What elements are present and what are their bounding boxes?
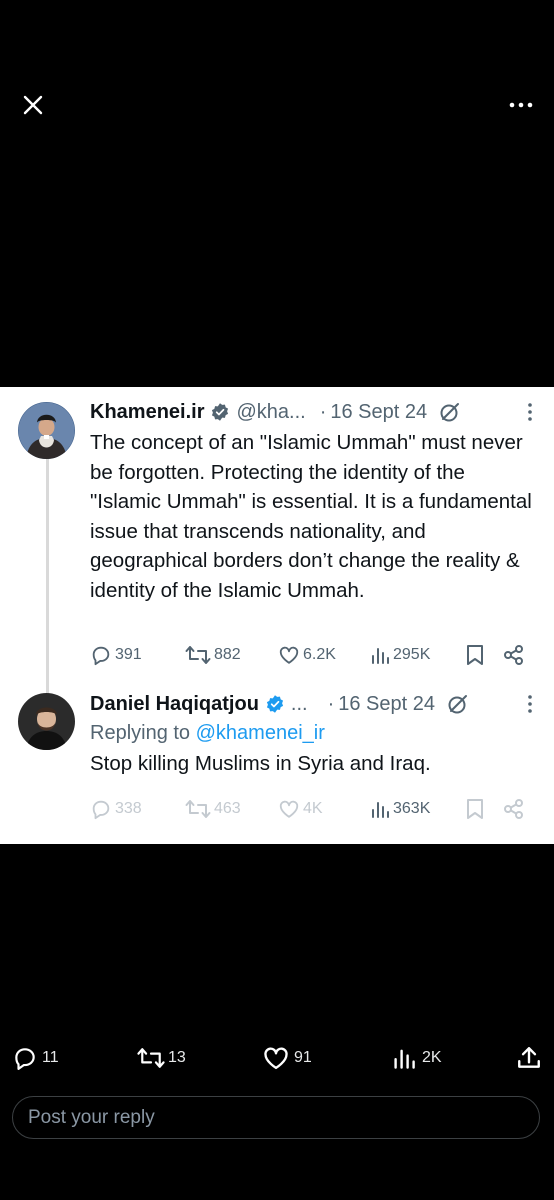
view-count: 295K xyxy=(370,642,430,668)
view-count: 363K xyxy=(370,796,430,822)
author-handle: @kha... xyxy=(236,400,306,423)
avatar xyxy=(18,402,75,459)
reply-icon xyxy=(92,646,110,666)
reply-count: 11 xyxy=(42,1049,59,1066)
like-count: 6.2K xyxy=(278,642,336,668)
repost-icon xyxy=(137,1048,165,1068)
avatar xyxy=(18,693,75,750)
top-bar xyxy=(0,0,554,210)
share-button[interactable] xyxy=(516,1044,542,1072)
like-button[interactable]: 91 xyxy=(262,1044,312,1072)
repost-icon xyxy=(185,800,211,818)
tweet-actions: 391 882 6.2K 295K xyxy=(90,642,538,668)
more-horizontal-icon xyxy=(509,102,533,108)
reply-icon xyxy=(92,800,110,820)
more-vertical-icon xyxy=(522,693,538,715)
share-icon xyxy=(518,1047,540,1068)
grok-icon xyxy=(447,693,469,715)
share-icon xyxy=(503,796,525,822)
author-handle: ... xyxy=(290,692,308,715)
heart-icon xyxy=(279,646,299,664)
reply-count: 338 xyxy=(90,796,142,822)
reply-input-placeholder: Post your reply xyxy=(28,1107,155,1128)
separator: · xyxy=(327,692,335,715)
replying-to-handle: @khamenei_ir xyxy=(195,722,325,744)
view-count: 2K xyxy=(422,1049,442,1066)
author-name: Khamenei.ir xyxy=(90,400,205,423)
close-icon xyxy=(23,95,43,115)
separator: · xyxy=(319,400,327,423)
more-options-button[interactable] xyxy=(506,90,536,120)
heart-icon xyxy=(264,1047,288,1070)
tweet-actions: 338 463 4K 363K xyxy=(90,796,538,822)
reply-button[interactable]: 11 xyxy=(12,1044,59,1072)
repost-count: 463 xyxy=(185,796,241,822)
thread-line xyxy=(46,457,49,709)
repost-icon xyxy=(185,646,211,664)
verified-badge-icon xyxy=(265,694,285,714)
more-vertical-icon xyxy=(522,401,538,423)
like-count: 91 xyxy=(294,1049,312,1066)
replying-to: Replying to @khamenei_ir xyxy=(90,722,325,744)
verified-badge-icon xyxy=(210,402,230,422)
bookmark-icon xyxy=(466,642,484,668)
reply-icon xyxy=(15,1048,35,1070)
views-icon xyxy=(372,648,389,664)
tweet-text: The concept of an "Islamic Ummah" must n… xyxy=(90,431,532,602)
tweet-text: Stop killing Muslims in Syria and Iraq. xyxy=(90,752,431,775)
author-name: Daniel Haqiqatjou xyxy=(90,692,259,715)
views-icon xyxy=(372,802,389,818)
bookmark-icon xyxy=(466,796,484,822)
close-button[interactable] xyxy=(18,90,48,120)
reply-input-box[interactable]: Post your reply xyxy=(12,1096,540,1139)
tweet-date: 16 Sept 24 xyxy=(338,692,435,715)
reply-count: 391 xyxy=(90,642,142,668)
views-icon xyxy=(394,1049,415,1069)
tweet-date: 16 Sept 24 xyxy=(330,400,428,423)
repost-count: 882 xyxy=(185,642,241,668)
like-count: 4K xyxy=(278,796,323,822)
grok-icon xyxy=(439,401,461,423)
share-icon xyxy=(503,642,525,668)
views-button[interactable]: 2K xyxy=(392,1044,442,1072)
repost-button[interactable]: 13 xyxy=(136,1044,186,1072)
post-action-bar: 11 13 91 2K xyxy=(0,1040,554,1080)
repost-count: 13 xyxy=(168,1049,186,1066)
heart-icon xyxy=(279,800,299,818)
tweet-screenshot-image[interactable]: Khamenei.ir @kha... · 16 Sept 24 The con… xyxy=(0,387,554,844)
